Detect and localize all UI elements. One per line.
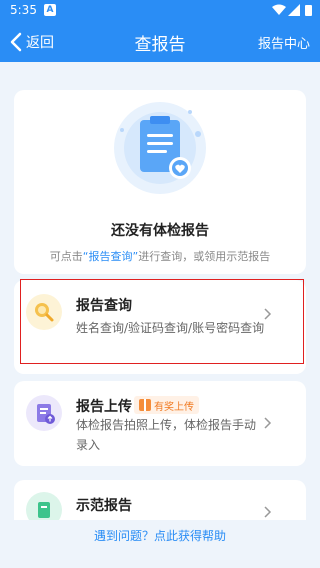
report-center-link[interactable]: 报告中心 — [258, 33, 310, 52]
report-upload-option[interactable]: 报告上传 体检报告拍照上传，体检报告手动录入 — [14, 381, 306, 466]
wifi-icon — [272, 4, 286, 15]
battery-icon — [305, 5, 312, 16]
report-query-option[interactable]: 报告查询 姓名查询/验证码查询/账号密码查询 — [14, 280, 306, 374]
option-desc: 姓名查询/验证码查询/账号密码查询 — [76, 321, 265, 335]
chevron-right-icon — [264, 417, 272, 429]
hint-prefix: 可点击 — [49, 250, 83, 263]
report-clipboard-icon — [114, 102, 206, 194]
status-bar: 5:35 A — [0, 0, 320, 22]
badge-label: 有奖上传 — [154, 401, 194, 413]
notification-icon: A — [44, 4, 56, 16]
report-query-link[interactable]: “报告查询” — [83, 250, 138, 263]
chevron-right-icon — [264, 308, 272, 320]
empty-title: 还没有体检报告 — [111, 223, 209, 239]
option-title: 示范报告 — [76, 498, 132, 514]
search-icon — [26, 294, 62, 330]
gift-icon — [139, 399, 151, 411]
empty-state-card: 还没有体检报告 可点击“报告查询”进行查询，或领用示范报告 — [14, 90, 306, 274]
upload-icon — [26, 395, 62, 431]
hint-suffix: 进行查询，或领用示范报告 — [138, 250, 271, 263]
status-time: 5:35 — [10, 3, 37, 17]
nav-bar: 返回 查报告 报告中心 — [0, 22, 320, 62]
sample-report-icon — [26, 492, 62, 520]
option-desc: 体检报告拍照上传，体检报告手动录入 — [76, 418, 257, 452]
empty-hint: 可点击“报告查询”进行查询，或领用示范报告 — [14, 248, 306, 264]
reward-badge: 有奖上传 — [134, 396, 199, 414]
option-title: 报告查询 — [76, 298, 132, 314]
sample-report-option[interactable]: 示范报告 — [14, 480, 306, 520]
signal-icon — [288, 4, 300, 16]
option-title: 报告上传 — [76, 399, 132, 415]
help-link[interactable]: 遇到问题？点此获得帮助 — [0, 527, 320, 544]
chevron-right-icon — [264, 506, 272, 518]
